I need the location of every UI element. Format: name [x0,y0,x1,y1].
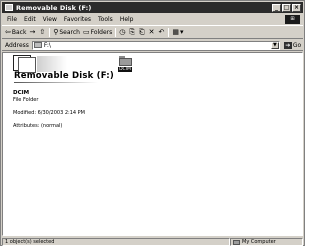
computer-icon [233,239,240,245]
folder-icon [118,56,132,66]
heading-divider [14,82,98,83]
delete-icon: ✕ [148,28,155,36]
chevron-down-icon[interactable]: ▼ [270,41,279,49]
status-bar: 1 object(s) selected My Computer [2,238,303,246]
search-icon: ⚲ [53,28,59,36]
search-label: Search [59,28,80,36]
menu-edit[interactable]: Edit [24,16,36,23]
address-input[interactable]: F:\ ▼ [31,40,280,50]
selection-details: DCIM File Folder Modified: 6/30/2003 2:1… [13,90,103,129]
copy-to-button[interactable]: ⎗ [139,28,146,37]
menu-file[interactable]: File [7,16,17,23]
folder-item-dcim[interactable]: DCIM [115,56,135,72]
move-to-icon: ⎘ [129,27,135,36]
explorer-window: Removable Disk (F:) _ □ × File Edit View… [0,0,305,246]
maximize-button[interactable]: □ [282,3,291,12]
menu-favorites[interactable]: Favorites [64,16,91,23]
up-button[interactable]: ⇧ [39,28,46,36]
up-folder-icon: ⇧ [39,28,46,36]
status-zone-label: My Computer [242,239,276,245]
title-bar[interactable]: Removable Disk (F:) _ □ × [2,2,303,13]
details-name: DCIM [13,90,30,96]
delete-button[interactable]: ✕ [149,28,156,36]
details-attributes: Attributes: (normal) [13,123,63,129]
drive-icon [5,4,13,11]
folder-heading: Removable Disk (F:) [14,71,114,81]
undo-icon: ↶ [158,28,165,36]
folder-view[interactable]: Removable Disk (F:) DCIM DCIM File Folde… [2,52,303,236]
go-label: Go [292,41,302,49]
go-button[interactable]: ➔ Go [283,41,302,49]
folder-item-label: DCIM [118,67,132,72]
search-button[interactable]: ⚲ Search [53,28,80,36]
menu-bar: File Edit View Favorites Tools Help ⊞ [2,14,303,24]
toolbar-separator [115,27,117,37]
menu-view[interactable]: View [43,16,57,23]
move-to-button[interactable]: ⎘ [129,28,136,37]
drive-icon [33,42,42,48]
forward-button[interactable]: → [29,28,36,36]
address-value: F:\ [43,41,51,49]
header-gradient [37,56,67,72]
minimize-button[interactable]: _ [272,3,281,12]
menu-help[interactable]: Help [120,16,134,23]
history-button[interactable]: ◷ [119,28,126,36]
toolbar-separator [168,27,170,37]
window-controls: _ □ × [272,3,301,12]
chevron-down-icon: ▾ [179,28,184,36]
address-label: Address [5,41,29,49]
close-button[interactable]: × [292,3,301,12]
back-label: Back [11,28,27,36]
status-zone: My Computer [230,238,303,246]
details-type: File Folder [13,97,39,103]
toolbar-separator [49,27,51,37]
back-button[interactable]: ⇦ Back [5,28,26,36]
history-icon: ◷ [119,28,126,36]
go-arrow-icon: ➔ [283,41,292,49]
window-title: Removable Disk (F:) [16,3,92,12]
address-bar: Address F:\ ▼ ➔ Go [2,40,303,51]
folders-button[interactable]: ▭ Folders [83,28,112,36]
menu-tools[interactable]: Tools [98,16,113,23]
views-button[interactable]: ▦ ▾ [172,28,184,36]
back-arrow-icon: ⇦ [5,28,11,36]
windows-logo-icon: ⊞ [285,14,300,24]
folders-icon: ▭ [82,28,90,36]
status-selection-text: 1 object(s) selected [2,238,230,246]
copy-to-icon: ⎗ [138,27,145,36]
details-modified: Modified: 6/30/2003 2:14 PM [13,110,85,116]
forward-arrow-icon: → [29,28,36,36]
undo-button[interactable]: ↶ [158,28,165,36]
views-icon: ▦ [172,28,179,36]
folders-label: Folders [90,28,113,36]
toolbar: ⇦ Back → ⇧ ⚲ Search ▭ Folders ◷ ⎘ ⎗ ✕ ↶ … [2,25,303,39]
